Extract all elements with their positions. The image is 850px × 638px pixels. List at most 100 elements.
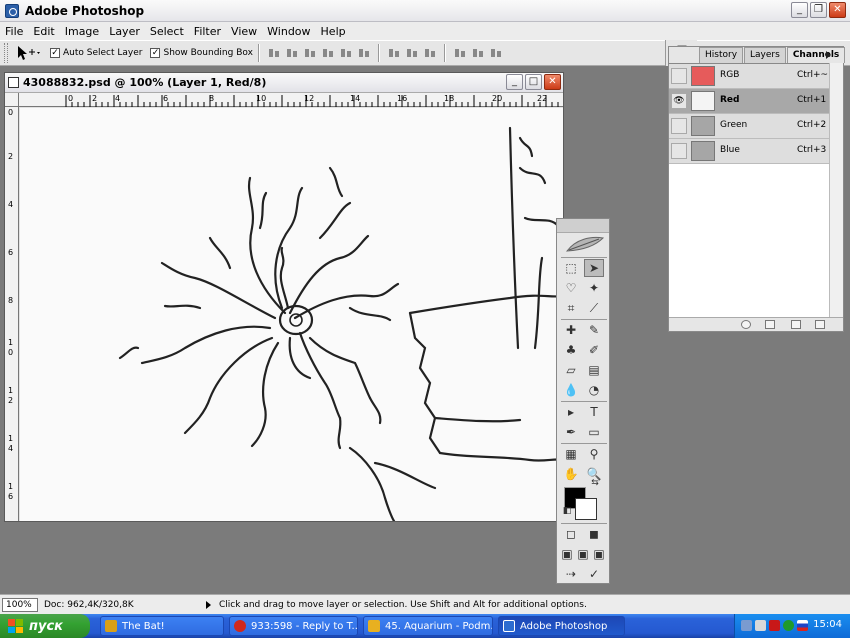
tray-language-icon[interactable] — [797, 620, 808, 631]
distribute-bottom-icon[interactable] — [423, 47, 437, 59]
start-button[interactable]: пуск — [0, 614, 90, 638]
default-colors-icon[interactable]: ◧ — [561, 505, 573, 517]
zoom-level-field[interactable]: 100% — [2, 597, 38, 612]
full-screen-mode-icon[interactable]: ▣ — [591, 545, 607, 563]
new-channel-icon[interactable] — [791, 320, 801, 329]
tab-history[interactable]: History — [699, 47, 744, 63]
distribute-horizontal-center-icon[interactable] — [471, 47, 485, 59]
menu-file[interactable]: File — [0, 25, 28, 38]
history-brush-tool-icon[interactable]: ✐ — [584, 341, 604, 359]
eraser-tool-icon[interactable]: ▱ — [561, 361, 581, 379]
dodge-tool-icon[interactable]: ◔ — [584, 381, 604, 399]
menu-view[interactable]: View — [226, 25, 262, 38]
tray-kaspersky-icon[interactable] — [769, 620, 780, 631]
type-tool-icon[interactable]: T — [584, 403, 604, 421]
align-vertical-center-icon[interactable] — [285, 47, 299, 59]
distribute-right-icon[interactable] — [489, 47, 503, 59]
tab-layers[interactable]: Layers — [744, 47, 786, 63]
align-horizontal-center-icon[interactable] — [339, 47, 353, 59]
delete-channel-icon[interactable] — [815, 320, 825, 329]
standard-mode-icon[interactable]: ◻ — [561, 525, 581, 543]
standard-screen-mode-icon[interactable]: ▣ — [559, 545, 575, 563]
path-selection-tool-icon[interactable]: ▸ — [561, 403, 581, 421]
save-selection-icon[interactable] — [765, 320, 775, 329]
blur-tool-icon[interactable]: 💧 — [561, 381, 581, 399]
clone-stamp-tool-icon[interactable]: ♣ — [561, 341, 581, 359]
taskbar-button-winamp[interactable]: 45. Aquarium - Podm... — [363, 616, 493, 636]
document-minimize-button[interactable]: _ — [506, 74, 523, 90]
channel-row-red[interactable]: 👁 Red Ctrl+1 — [669, 89, 831, 114]
notes-tool-icon[interactable]: ▦ — [561, 445, 581, 463]
quick-mask-mode-icon[interactable]: ◼ — [584, 525, 604, 543]
auto-select-checkbox-box[interactable]: ✓ — [50, 48, 60, 58]
visibility-toggle[interactable] — [671, 118, 687, 134]
tab-channels[interactable]: Channels — [786, 47, 846, 63]
marquee-tool-icon[interactable]: ⬚ — [561, 259, 581, 277]
distribute-left-icon[interactable] — [453, 47, 467, 59]
close-button[interactable]: ✕ — [829, 2, 846, 18]
taskbar-button-photoshop[interactable]: Adobe Photoshop — [498, 616, 625, 636]
full-screen-menu-mode-icon[interactable]: ▣ — [575, 545, 591, 563]
slice-tool-icon[interactable]: ⟋ — [584, 299, 604, 317]
minimize-button[interactable]: _ — [791, 2, 808, 18]
menu-select[interactable]: Select — [145, 25, 189, 38]
background-color-swatch[interactable] — [575, 498, 597, 520]
load-selection-icon[interactable] — [741, 320, 751, 329]
tray-network-icon[interactable] — [741, 620, 752, 631]
menu-edit[interactable]: Edit — [28, 25, 59, 38]
document-close-button[interactable]: ✕ — [544, 74, 561, 90]
horizontal-ruler[interactable]: 0 2 4 6 8 10 12 14 16 18 20 22 — [19, 93, 563, 107]
brush-tool-icon[interactable]: ✎ — [584, 321, 604, 339]
channel-row-rgb[interactable]: RGB Ctrl+~ — [669, 64, 831, 89]
maximize-button[interactable]: ❐ — [810, 2, 827, 18]
visibility-toggle[interactable] — [671, 143, 687, 159]
align-right-icon[interactable] — [357, 47, 371, 59]
menu-image[interactable]: Image — [60, 25, 104, 38]
document-maximize-button[interactable]: □ — [525, 74, 542, 90]
imageready-icon[interactable]: ✓ — [584, 565, 604, 583]
crop-tool-icon[interactable]: ⌗ — [561, 299, 581, 317]
lasso-tool-icon[interactable]: ♡ — [561, 279, 581, 297]
show-bounding-box-checkbox[interactable]: ✓ Show Bounding Box — [150, 48, 253, 58]
taskbar-button-opera[interactable]: 933:598 - Reply to T... — [229, 616, 358, 636]
align-left-icon[interactable] — [321, 47, 335, 59]
visibility-toggle[interactable] — [671, 68, 687, 84]
image-canvas[interactable] — [20, 108, 563, 521]
jump-to-imageready-icon[interactable]: ⇢ — [561, 565, 581, 583]
channel-row-blue[interactable]: Blue Ctrl+3 — [669, 139, 831, 164]
distribute-vertical-center-icon[interactable] — [405, 47, 419, 59]
vertical-ruler[interactable]: 0 2 4 6 8 1 0 1 2 1 4 1 6 — [5, 107, 19, 521]
toolbox-grip[interactable] — [557, 219, 609, 233]
healing-brush-tool-icon[interactable]: ✚ — [561, 321, 581, 339]
align-top-icon[interactable] — [267, 47, 281, 59]
status-menu-arrow-icon[interactable] — [206, 600, 211, 609]
hand-tool-icon[interactable]: ✋ — [561, 465, 581, 483]
pen-tool-icon[interactable]: ✒ — [561, 423, 581, 441]
bounding-box-checkbox-box[interactable]: ✓ — [150, 48, 161, 58]
ruler-origin[interactable] — [5, 93, 19, 107]
move-tool-preset-icon[interactable] — [14, 43, 42, 63]
move-tool-icon[interactable]: ➤ — [584, 259, 604, 277]
gradient-tool-icon[interactable]: ▤ — [584, 361, 604, 379]
options-bar-grip[interactable] — [4, 43, 8, 63]
align-bottom-icon[interactable] — [303, 47, 317, 59]
auto-select-layer-checkbox[interactable]: ✓ Auto Select Layer — [50, 48, 142, 58]
visibility-toggle[interactable]: 👁 — [671, 93, 687, 109]
shape-tool-icon[interactable]: ▭ — [584, 423, 604, 441]
channel-list-scrollbar[interactable] — [829, 63, 843, 317]
feather-logo-icon[interactable] — [561, 233, 607, 255]
menu-filter[interactable]: Filter — [189, 25, 226, 38]
document-size-info[interactable]: Doc: 962,4K/320,8K — [44, 600, 194, 610]
palette-menu-arrow-icon[interactable] — [826, 51, 831, 59]
menu-layer[interactable]: Layer — [104, 25, 145, 38]
distribute-top-icon[interactable] — [387, 47, 401, 59]
tray-speaker-icon[interactable] — [755, 620, 766, 631]
menu-help[interactable]: Help — [316, 25, 351, 38]
tray-icq-icon[interactable] — [783, 620, 794, 631]
eyedropper-tool-icon[interactable]: ⚲ — [584, 445, 604, 463]
channel-row-green[interactable]: Green Ctrl+2 — [669, 114, 831, 139]
menu-window[interactable]: Window — [262, 25, 315, 38]
swap-colors-icon[interactable]: ⇆ — [589, 477, 601, 489]
magic-wand-tool-icon[interactable]: ✦ — [584, 279, 604, 297]
taskbar-button-thebat[interactable]: The Bat! — [100, 616, 224, 636]
